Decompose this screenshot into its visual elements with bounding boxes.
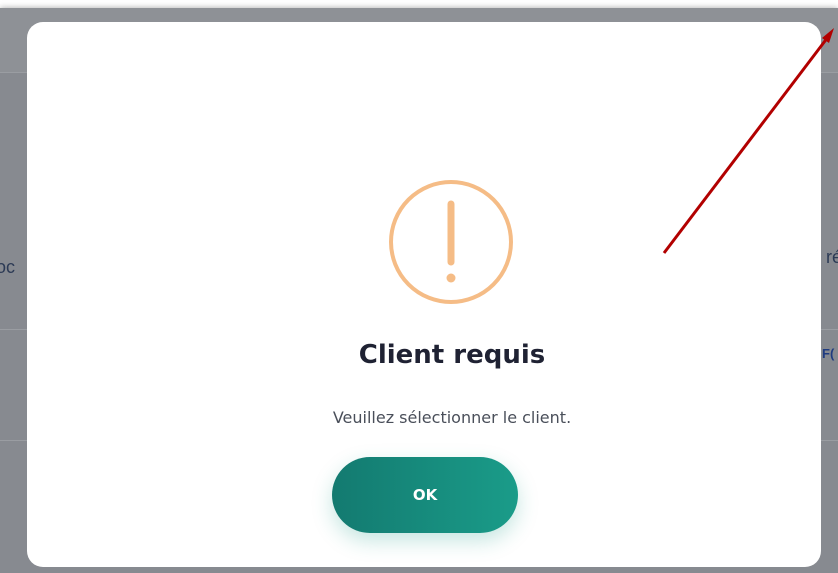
dialog-title: Client requis (358, 340, 546, 370)
dialog-message: Veuillez sélectionner le client. (332, 408, 572, 427)
background-text-right: ré (826, 247, 838, 267)
ok-button[interactable]: OK (332, 457, 518, 533)
background-text-left: oc (0, 257, 16, 277)
warning-icon (389, 180, 513, 304)
